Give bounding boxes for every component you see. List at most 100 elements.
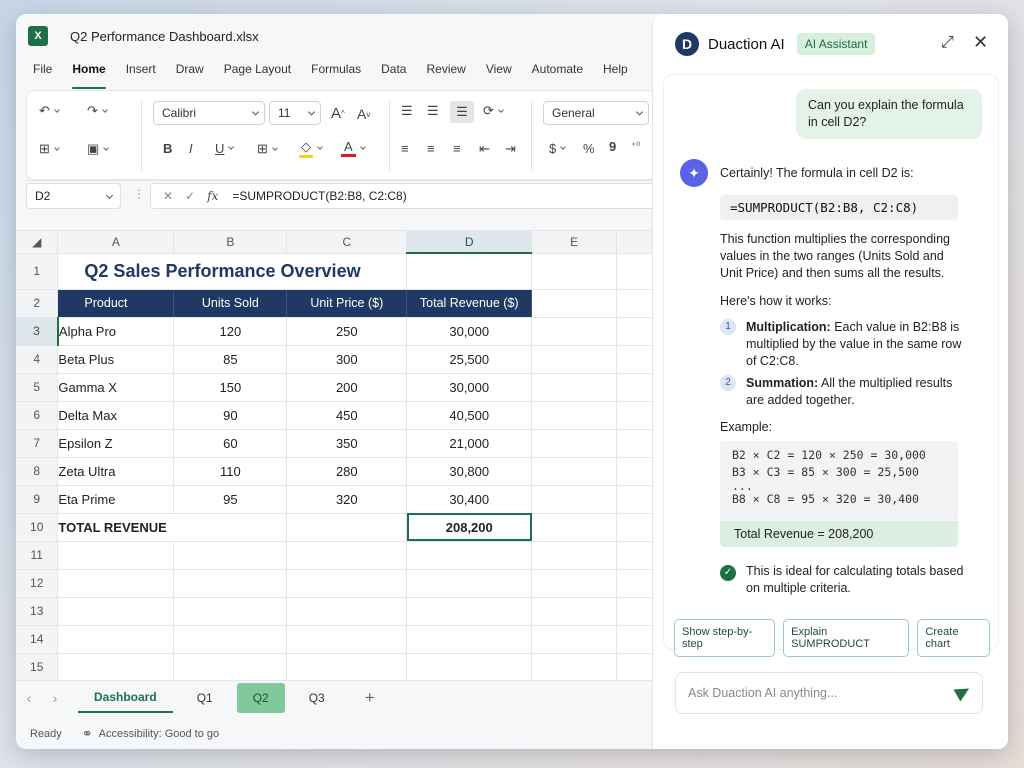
cell[interactable] (286, 513, 408, 542)
chat-input[interactable]: Ask Duaction AI anything... (675, 672, 983, 714)
text-orientation-icon[interactable]: ⟳ (483, 103, 504, 119)
cell[interactable] (57, 569, 175, 598)
cell[interactable] (173, 625, 288, 654)
cell[interactable] (286, 625, 408, 654)
units-cell[interactable]: 85 (173, 345, 288, 374)
revenue-cell[interactable]: 30,000 (406, 317, 533, 346)
cell[interactable] (616, 253, 656, 290)
cell[interactable] (531, 401, 618, 430)
italic-button[interactable]: I (189, 141, 193, 156)
cell[interactable] (406, 625, 533, 654)
cell[interactable] (531, 253, 618, 290)
cell[interactable] (406, 569, 533, 598)
close-icon[interactable]: ✕ (973, 32, 988, 53)
borders-icon[interactable]: ⊞ (257, 141, 278, 157)
underline-button[interactable]: U (215, 141, 235, 156)
col-header-c[interactable]: C (286, 231, 408, 254)
font-name-select[interactable]: Calibri (153, 101, 265, 125)
product-cell[interactable]: Delta Max (57, 401, 175, 430)
total-label-cell[interactable]: TOTAL REVENUE (57, 513, 288, 542)
product-cell[interactable]: Zeta Ultra (57, 457, 175, 486)
cell[interactable] (173, 569, 288, 598)
cell[interactable] (616, 625, 656, 654)
decrease-indent-icon[interactable]: ⇤ (479, 141, 490, 157)
undo-icon[interactable]: ↶ (39, 103, 60, 119)
row-header[interactable]: 2 (16, 289, 59, 318)
col-header-f[interactable] (616, 231, 656, 254)
chip-create-chart[interactable]: Create chart (917, 619, 990, 657)
menu-draw[interactable]: Draw (176, 62, 204, 84)
cell[interactable] (531, 513, 618, 542)
cell[interactable] (616, 597, 656, 626)
cell[interactable] (531, 317, 618, 346)
row-header[interactable]: 3 (16, 317, 59, 346)
row-header[interactable]: 7 (16, 429, 59, 458)
tab-q1[interactable]: Q1 (181, 683, 229, 713)
row-header[interactable]: 12 (16, 569, 59, 598)
col-header-b[interactable]: B (173, 231, 288, 254)
cell[interactable] (286, 569, 408, 598)
expand-icon[interactable]: ⤢ (941, 34, 954, 52)
price-cell[interactable]: 450 (286, 401, 408, 430)
row-header[interactable]: 6 (16, 401, 59, 430)
header-cell-price[interactable]: Unit Price ($) (286, 289, 408, 318)
cell[interactable] (616, 513, 656, 542)
product-cell[interactable]: Alpha Pro (57, 317, 175, 346)
cell[interactable] (406, 653, 533, 682)
prev-sheet-icon[interactable]: ‹ (16, 690, 42, 706)
row-header[interactable]: 4 (16, 345, 59, 374)
cell[interactable] (531, 429, 618, 458)
cell[interactable] (531, 373, 618, 402)
cell[interactable] (406, 253, 533, 290)
header-cell-units[interactable]: Units Sold (173, 289, 288, 318)
price-cell[interactable]: 280 (286, 457, 408, 486)
cell[interactable] (57, 597, 175, 626)
price-cell[interactable]: 350 (286, 429, 408, 458)
price-cell[interactable]: 200 (286, 373, 408, 402)
cancel-icon[interactable]: ✕ (163, 189, 173, 203)
row-header[interactable]: 9 (16, 485, 59, 514)
cell[interactable] (531, 541, 618, 570)
cell[interactable] (616, 457, 656, 486)
fx-icon[interactable]: fx (207, 189, 218, 203)
cell[interactable] (531, 625, 618, 654)
cell[interactable] (531, 345, 618, 374)
chip-step-by-step[interactable]: Show step-by-step (674, 619, 776, 657)
cell[interactable] (173, 597, 288, 626)
units-cell[interactable]: 90 (173, 401, 288, 430)
formula-input[interactable]: =SUMPRODUCT(B2:B8, C2:C8) (232, 189, 406, 203)
tab-q3[interactable]: Q3 (293, 683, 341, 713)
row-header[interactable]: 15 (16, 653, 59, 682)
cell[interactable] (286, 653, 408, 682)
units-cell[interactable]: 60 (173, 429, 288, 458)
add-sheet-icon[interactable]: + (349, 683, 391, 713)
menu-page-layout[interactable]: Page Layout (224, 62, 291, 84)
status-accessibility[interactable]: Accessibility: Good to go (99, 728, 219, 740)
menu-file[interactable]: File (33, 62, 52, 84)
cell[interactable] (616, 541, 656, 570)
menu-formulas[interactable]: Formulas (311, 62, 361, 84)
cell[interactable] (406, 597, 533, 626)
decimal-icon[interactable]: ⁺⁰ (631, 141, 640, 152)
align-right-icon[interactable]: ≡ (453, 141, 461, 156)
sheet-title-cell[interactable]: Q2 Sales Performance Overview (57, 253, 408, 290)
fill-color-icon[interactable]: ◇ (299, 139, 323, 158)
revenue-cell[interactable]: 25,500 (406, 345, 533, 374)
cell[interactable] (616, 317, 656, 346)
row-header[interactable]: 8 (16, 457, 59, 486)
row-header[interactable]: 1 (16, 253, 59, 290)
cell[interactable] (57, 653, 175, 682)
tab-q2[interactable]: Q2 (236, 682, 285, 713)
menu-automate[interactable]: Automate (532, 62, 583, 84)
price-cell[interactable]: 300 (286, 345, 408, 374)
row-header[interactable]: 13 (16, 597, 59, 626)
percent-button[interactable]: % (583, 141, 595, 156)
cell[interactable] (57, 541, 175, 570)
units-cell[interactable]: 150 (173, 373, 288, 402)
revenue-cell[interactable]: 30,400 (406, 485, 533, 514)
tab-dashboard[interactable]: Dashboard (78, 683, 173, 713)
revenue-cell[interactable]: 30,800 (406, 457, 533, 486)
units-cell[interactable]: 110 (173, 457, 288, 486)
select-all-corner[interactable]: ◢ (16, 231, 59, 254)
cell[interactable] (616, 429, 656, 458)
